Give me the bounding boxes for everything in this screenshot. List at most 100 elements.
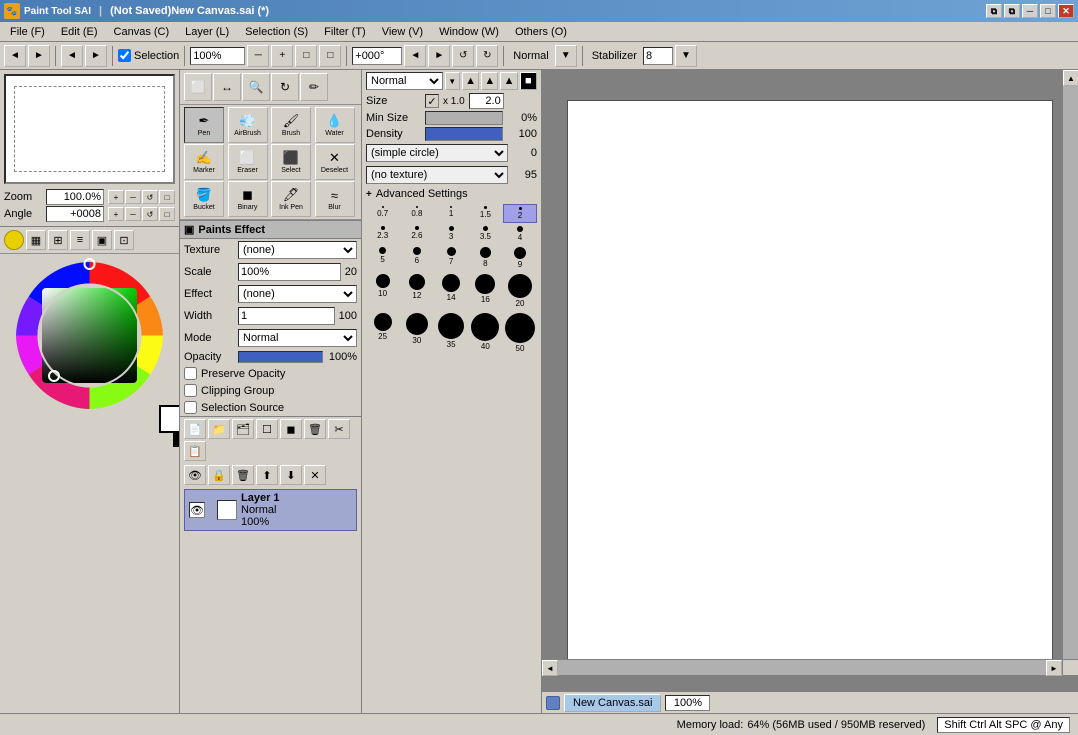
brush-size-30[interactable]: 30 (400, 311, 433, 355)
brush-size-40[interactable]: 40 (469, 311, 502, 355)
layer-item[interactable]: 👁 Layer 1 Normal 100% (184, 489, 357, 531)
rot-ccw-btn[interactable]: ↺ (452, 45, 474, 67)
layer-cut-btn[interactable]: ✂ (328, 419, 350, 439)
brush-size-20[interactable]: 20 (503, 272, 537, 310)
eyedrop-tool[interactable]: ✏ (300, 73, 328, 101)
deselect-tool-btn[interactable]: ✕ Deselect (315, 144, 355, 180)
rot-cw-btn[interactable]: ↻ (476, 45, 498, 67)
restore-btn-1[interactable]: ⧉ (986, 4, 1002, 18)
marker-tool-btn[interactable]: ✍ Marker (184, 144, 224, 180)
select-tool-btn[interactable]: ⬛ Select (271, 144, 311, 180)
color-list-btn[interactable]: ≡ (70, 230, 90, 250)
brush-size-7[interactable]: 7 (435, 245, 468, 271)
angle-reset-btn[interactable]: ↺ (142, 207, 158, 221)
brush-size-1[interactable]: 1 (435, 204, 468, 223)
opacity-slider[interactable] (238, 351, 323, 363)
layer-mask-btn[interactable]: ☐ (256, 419, 278, 439)
brush-size-25[interactable]: 25 (366, 311, 399, 355)
color-swatches-btn[interactable]: ▣ (92, 230, 112, 250)
angle-value[interactable] (46, 206, 104, 222)
brush-size-3[interactable]: 3 (435, 224, 468, 244)
blur-tool-btn[interactable]: ≈ Blur (315, 181, 355, 217)
zoom-fit-btn[interactable]: □ (295, 45, 317, 67)
scroll-track-h[interactable] (558, 660, 1046, 675)
bucket-tool-btn[interactable]: 🪣 Bucket (184, 181, 224, 217)
layer-delete-btn[interactable]: 🗑 (304, 419, 326, 439)
brush-size-2[interactable]: 2 (503, 204, 537, 223)
move-tool[interactable]: ↔ (213, 73, 241, 101)
density-slider[interactable] (425, 127, 503, 141)
stabilizer-input[interactable] (643, 47, 673, 65)
zoom-inc-btn[interactable]: + (108, 190, 124, 204)
zoom-fit-small-btn[interactable]: □ (159, 190, 175, 204)
brush-size-14[interactable]: 14 (435, 272, 468, 310)
layer-lock-btn[interactable]: 🔒 (208, 465, 230, 485)
blend-mode-select[interactable]: Normal (366, 72, 443, 90)
normal-dropdown-btn[interactable]: ▼ (555, 45, 577, 67)
brush-size-0.8[interactable]: 0.8 (400, 204, 433, 223)
size-value-input[interactable] (469, 93, 504, 109)
maximize-btn[interactable]: □ (1040, 4, 1056, 18)
menu-canvas[interactable]: Canvas (C) (106, 24, 178, 40)
brush-size-9[interactable]: 9 (503, 245, 537, 271)
layer-eye-icon[interactable]: 👁 (189, 502, 205, 518)
new-layer-btn[interactable]: 📄 (184, 419, 206, 439)
menu-file[interactable]: File (F) (2, 24, 53, 40)
shape-btn-2[interactable]: ▲ (481, 72, 498, 90)
water-tool-btn[interactable]: 💧 Water (315, 107, 355, 143)
color-bars-btn[interactable]: ▦ (26, 230, 46, 250)
scroll-left-btn[interactable]: ◄ (542, 660, 558, 676)
layer-down-btn[interactable]: ⬇ (280, 465, 302, 485)
nav-prev2-btn[interactable]: ◄ (61, 45, 83, 67)
rotation-input[interactable] (352, 47, 402, 65)
scroll-right-btn[interactable]: ► (1046, 660, 1062, 676)
brush-size-10[interactable]: 10 (366, 272, 399, 310)
menu-selection[interactable]: Selection (S) (237, 24, 316, 40)
close-btn[interactable]: ✕ (1058, 4, 1074, 18)
brush-size-2.6[interactable]: 2.6 (400, 224, 433, 244)
zoom-plus-btn[interactable]: + (271, 45, 293, 67)
stabilizer-dropdown-btn[interactable]: ▼ (675, 45, 697, 67)
restore-btn-2[interactable]: ⧉ (1004, 4, 1020, 18)
color-picker-btn[interactable]: ⊡ (114, 230, 134, 250)
pen-tool-btn[interactable]: ✒ Pen (184, 107, 224, 143)
zoom-actual-btn[interactable]: □ (319, 45, 341, 67)
layer-paste-btn[interactable]: 📋 (184, 441, 206, 461)
shape-btn-4[interactable]: ■ (520, 72, 537, 90)
brush-size-16[interactable]: 16 (469, 272, 502, 310)
layer-close-btn[interactable]: ✕ (304, 465, 326, 485)
foreground-color[interactable] (159, 405, 180, 433)
layer-up-btn[interactable]: ⬆ (256, 465, 278, 485)
brush-tool-btn[interactable]: 🖌 Brush (271, 107, 311, 143)
nav-next-btn[interactable]: ► (28, 45, 50, 67)
ink-pen-tool-btn[interactable]: 🖊 Ink Pen (271, 181, 311, 217)
zoom-value[interactable] (46, 189, 104, 205)
angle-dec-btn[interactable]: ─ (125, 207, 141, 221)
rotate-tool[interactable]: ↻ (271, 73, 299, 101)
new-folder-btn[interactable]: 📁 (208, 419, 230, 439)
menu-layer[interactable]: Layer (L) (177, 24, 237, 40)
preserve-opacity-checkbox[interactable] (184, 367, 197, 380)
zoom-reset-btn[interactable]: ↺ (142, 190, 158, 204)
brush-size-35[interactable]: 35 (435, 311, 468, 355)
texture-select-2[interactable]: (no texture) (366, 166, 508, 184)
menu-window[interactable]: Window (W) (431, 24, 507, 40)
selection-source-checkbox[interactable] (184, 401, 197, 414)
brush-size-1.5[interactable]: 1.5 (469, 204, 502, 223)
brush-size-8[interactable]: 8 (469, 245, 502, 271)
rot-prev-btn[interactable]: ◄ (404, 45, 426, 67)
shape-btn-3[interactable]: ▲ (500, 72, 517, 90)
size-checkbox[interactable]: ✓ (425, 94, 439, 108)
brush-size-2.3[interactable]: 2.3 (366, 224, 399, 244)
angle-fit-btn[interactable]: □ (159, 207, 175, 221)
zoom-minus-btn[interactable]: ─ (247, 45, 269, 67)
menu-others[interactable]: Others (O) (507, 24, 575, 40)
right-scrollbar[interactable]: ▲ ▼ (1062, 70, 1078, 675)
canvas-viewport[interactable]: ▲ ▼ ◄ ► New Canvas.sai (542, 70, 1078, 713)
zoom-input[interactable] (190, 47, 245, 65)
menu-edit[interactable]: Edit (E) (53, 24, 106, 40)
brush-size-4[interactable]: 4 (503, 224, 537, 244)
blend-dropdown-btn[interactable]: ▼ (445, 72, 460, 90)
zoom-dec-btn[interactable]: ─ (125, 190, 141, 204)
airbrush-tool-btn[interactable]: 💨 AirBrush (228, 107, 268, 143)
